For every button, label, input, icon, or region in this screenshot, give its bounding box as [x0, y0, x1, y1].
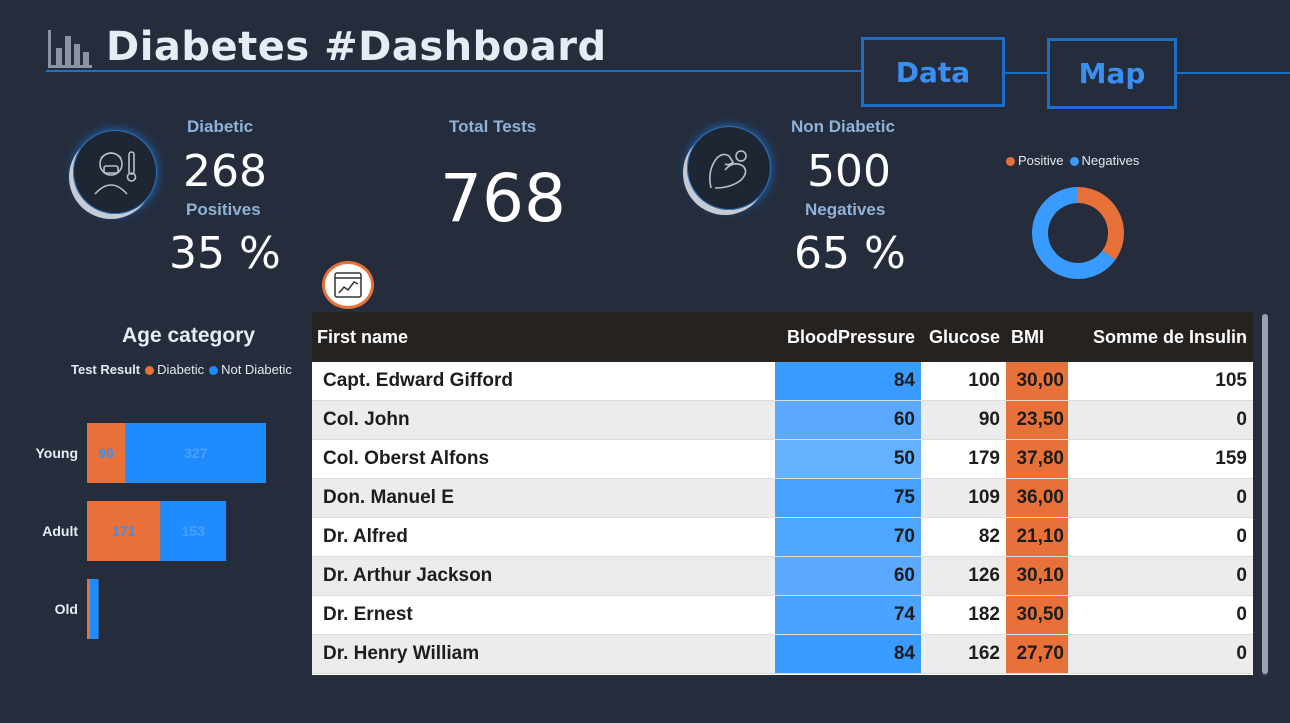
cell-glucose: 82 — [921, 517, 1006, 557]
table-row[interactable]: Don. Manuel E 75 109 36,00 0 — [312, 478, 1253, 518]
table-row[interactable]: Dr. Arthur Jackson 60 126 30,10 0 — [312, 556, 1253, 596]
age-category-chart: Young 90 327 Adult 171 153 Old — [35, 423, 267, 639]
table-row[interactable]: Dr. Alfred 70 82 21,10 0 — [312, 517, 1253, 557]
cell-glucose: 162 — [921, 634, 1006, 674]
cell-blood-pressure: 74 — [775, 595, 921, 635]
column-header-insulin[interactable]: Somme de Insulin — [1068, 312, 1253, 362]
negatives-percent: 65 % — [794, 228, 906, 279]
y-tick-label: Old — [55, 601, 78, 617]
nav-connector — [1005, 72, 1047, 74]
cell-bmi: 30,10 — [1006, 556, 1068, 596]
cell-bmi: 30,50 — [1006, 595, 1068, 635]
total-tests-value: 768 — [440, 160, 566, 237]
cell-blood-pressure: 50 — [775, 439, 921, 479]
cell-blood-pressure: 60 — [775, 556, 921, 596]
column-header-glucose[interactable]: Glucose — [921, 312, 1006, 362]
cell-glucose: 90 — [921, 400, 1006, 440]
diabetic-count: 268 — [183, 146, 267, 197]
nav-connector — [1177, 72, 1290, 74]
cell-first-name: Don. Manuel E — [312, 478, 775, 518]
table-row[interactable]: Dr. Ernest 74 182 30,50 0 — [312, 595, 1253, 635]
bar-value-label: 171 — [112, 523, 136, 539]
cell-glucose: 100 — [921, 362, 1006, 401]
y-tick-label: Adult — [42, 523, 78, 539]
legend-item-positive[interactable]: Positive — [1006, 153, 1064, 168]
legend-title: Test Result — [71, 362, 141, 377]
table-scrollbar-thumb[interactable] — [1262, 314, 1268, 674]
cell-first-name: Dr. Ernest — [312, 595, 775, 635]
cell-first-name: Capt. Edward Gifford — [312, 362, 775, 401]
cell-bmi: 30,00 — [1006, 362, 1068, 401]
donut-chart — [1032, 187, 1124, 279]
non-diabetic-count: 500 — [807, 146, 891, 197]
cell-first-name: Dr. Alfred — [312, 517, 775, 557]
table-row[interactable]: Col. John 60 90 23,50 0 — [312, 400, 1253, 440]
patient-table[interactable]: First name BloodPressure Glucose BMI Som… — [312, 312, 1253, 675]
cell-bmi: 21,10 — [1006, 517, 1068, 557]
table-row[interactable]: Capt. Edward Gifford 84 100 30,00 105 — [312, 362, 1253, 401]
cell-bmi: 36,00 — [1006, 478, 1068, 518]
bar-value-label: 153 — [182, 523, 206, 539]
cell-blood-pressure: 84 — [775, 634, 921, 674]
cell-blood-pressure: 84 — [775, 362, 921, 401]
legend-item-not-diabetic[interactable]: Not Diabetic — [209, 362, 292, 377]
age-chart-title: Age category — [122, 324, 256, 347]
cell-insulin: 105 — [1068, 362, 1253, 401]
diabetic-label: Diabetic — [187, 117, 254, 136]
muscle-arm-icon — [687, 126, 771, 210]
bar-diabetic[interactable] — [87, 579, 91, 639]
bar-value-label: 327 — [184, 445, 208, 461]
cell-bmi: 27,70 — [1006, 634, 1068, 674]
bar-chart-icon — [48, 30, 92, 68]
cell-glucose: 182 — [921, 595, 1006, 635]
non-diabetic-label: Non Diabetic — [791, 117, 895, 136]
bar-not-diabetic[interactable] — [90, 579, 99, 639]
page-title: Diabetes #Dashboard — [106, 24, 607, 70]
cell-glucose: 126 — [921, 556, 1006, 596]
table-row[interactable]: Dr. Henry William 84 162 27,70 0 — [312, 634, 1253, 674]
cell-insulin: 159 — [1068, 439, 1253, 479]
column-header-blood-pressure[interactable]: BloodPressure — [775, 312, 921, 362]
column-header-first-name[interactable]: First name — [312, 312, 775, 362]
donut-legend: Positive Negatives — [1006, 153, 1139, 168]
cell-glucose: 179 — [921, 439, 1006, 479]
cell-insulin: 0 — [1068, 595, 1253, 635]
cell-blood-pressure: 75 — [775, 478, 921, 518]
y-tick-label: Young — [35, 445, 78, 461]
map-button[interactable]: Map — [1047, 38, 1177, 109]
age-chart-legend: Test Result Diabetic Not Diabetic — [71, 362, 292, 377]
cell-bmi: 37,80 — [1006, 439, 1068, 479]
bar-value-label: 90 — [99, 445, 115, 461]
cell-first-name: Col. Oberst Alfons — [312, 439, 775, 479]
sick-person-icon — [73, 130, 157, 214]
table-header-row: First name BloodPressure Glucose BMI Som… — [312, 312, 1253, 362]
cell-glucose: 109 — [921, 478, 1006, 518]
data-button[interactable]: Data — [861, 37, 1005, 107]
cell-insulin: 0 — [1068, 478, 1253, 518]
donut-slice-positive[interactable] — [1078, 187, 1124, 260]
table-row[interactable]: Col. Oberst Alfons 50 179 37,80 159 — [312, 439, 1253, 479]
cell-first-name: Dr. Henry William — [312, 634, 775, 674]
cell-bmi: 23,50 — [1006, 400, 1068, 440]
cell-insulin: 0 — [1068, 517, 1253, 557]
positives-percent: 35 % — [169, 228, 281, 279]
legend-item-diabetic[interactable]: Diabetic — [145, 362, 204, 377]
cell-blood-pressure: 70 — [775, 517, 921, 557]
cell-first-name: Dr. Arthur Jackson — [312, 556, 775, 596]
total-tests-label: Total Tests — [449, 117, 537, 136]
line-chart-icon[interactable] — [322, 261, 374, 309]
cell-insulin: 0 — [1068, 400, 1253, 440]
legend-item-negatives[interactable]: Negatives — [1069, 153, 1139, 168]
cell-blood-pressure: 60 — [775, 400, 921, 440]
positives-label: Positives — [186, 200, 261, 219]
cell-insulin: 0 — [1068, 556, 1253, 596]
cell-first-name: Col. John — [312, 400, 775, 440]
column-header-bmi[interactable]: BMI — [1006, 312, 1068, 362]
negatives-label: Negatives — [805, 200, 886, 219]
title-underline — [46, 70, 861, 72]
cell-insulin: 0 — [1068, 634, 1253, 674]
